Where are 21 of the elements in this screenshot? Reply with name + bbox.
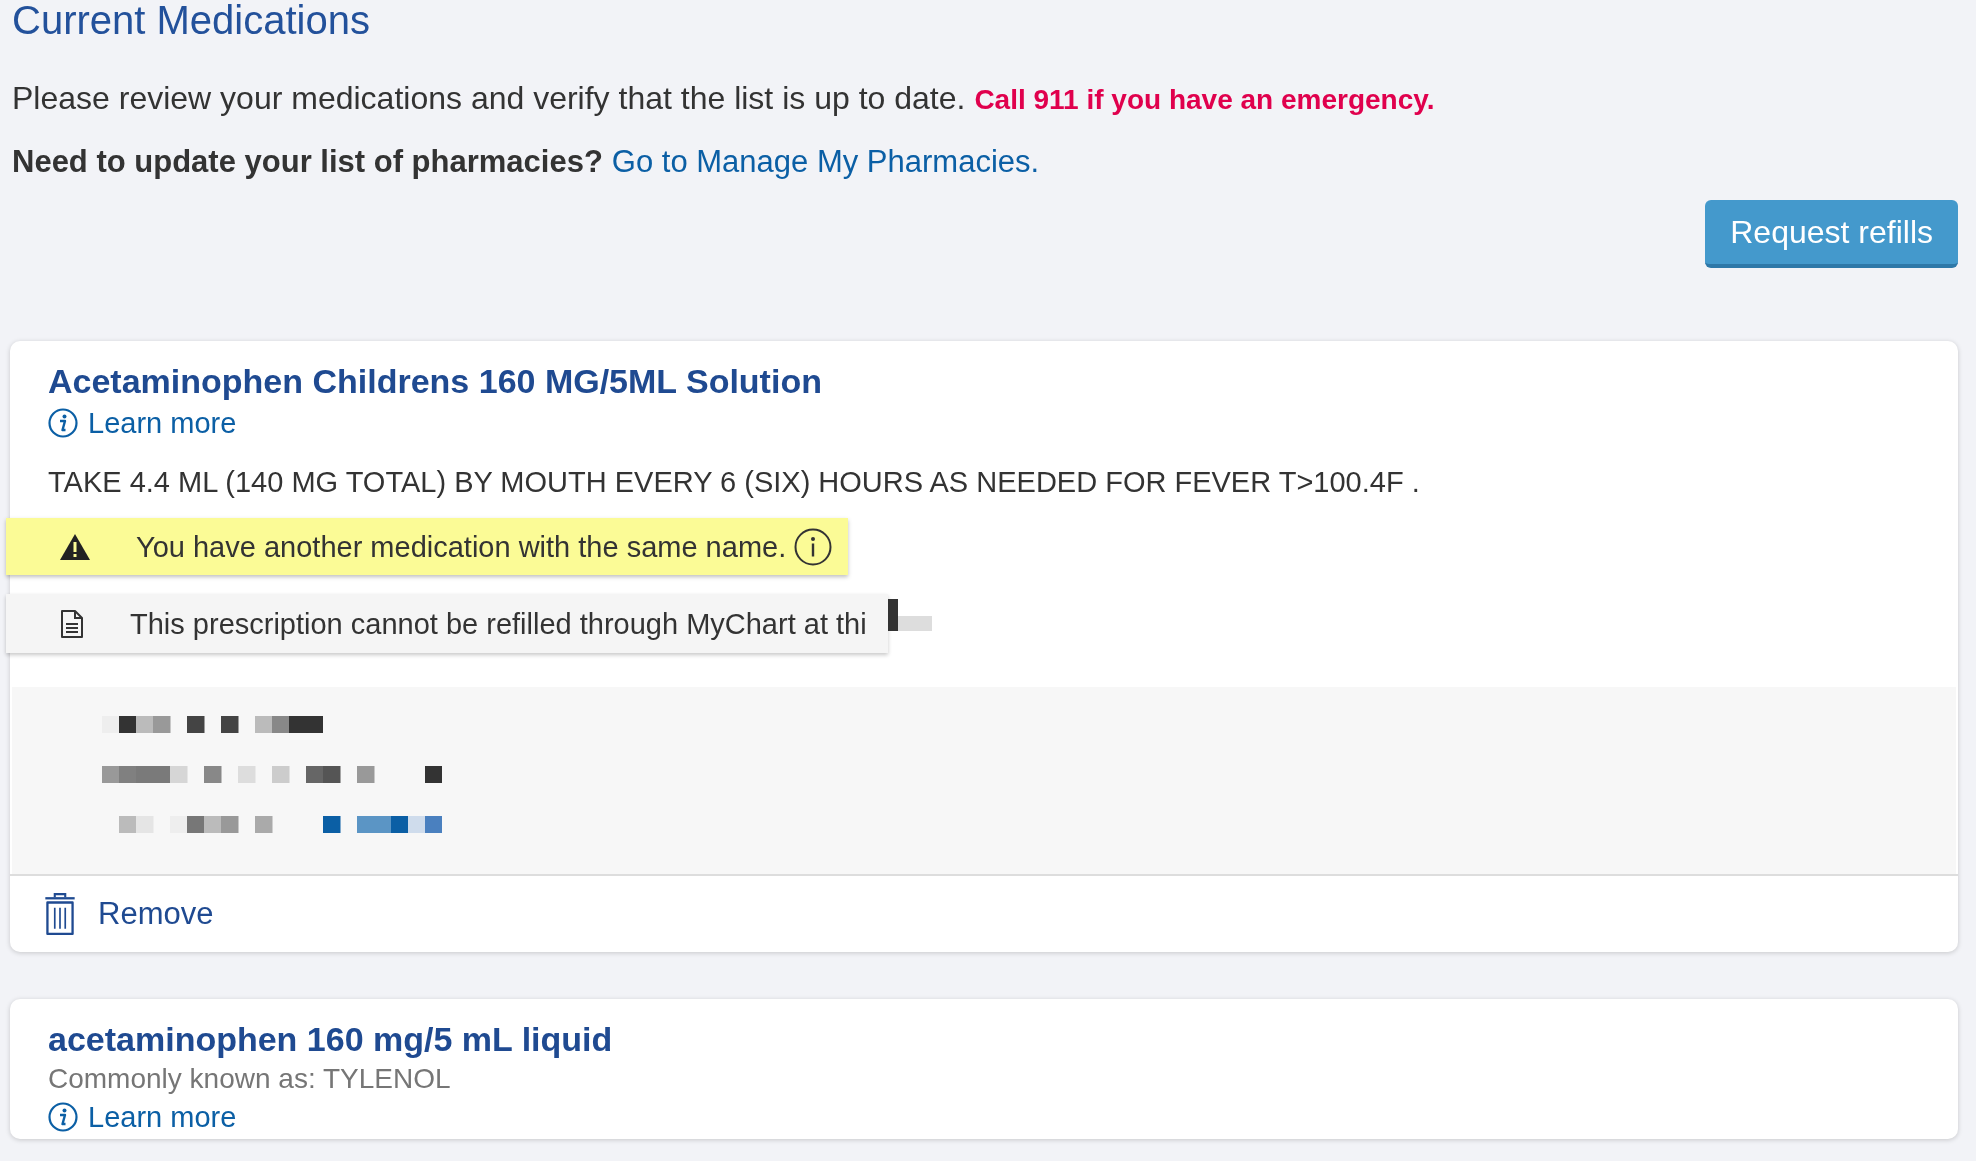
refill-notice-text: This prescription cannot be refilled through MyChart at thi — [130, 606, 867, 642]
common-name-text: Commonly known as: TYLENOL — [48, 1062, 451, 1096]
page-title: Current Medications — [11, 0, 370, 42]
trash-icon — [44, 892, 76, 936]
info-icon[interactable] — [794, 527, 833, 566]
info-icon — [48, 408, 78, 438]
learn-more-link[interactable]: Learn more — [48, 1099, 237, 1135]
info-icon — [48, 1102, 78, 1132]
learn-more-link[interactable]: Learn more — [48, 405, 237, 441]
pharmacy-prompt: Need to update your list of pharmacies? — [12, 143, 603, 181]
medication-name[interactable]: acetaminophen 160 mg/5 mL liquid — [48, 1018, 613, 1060]
manage-pharmacies-link[interactable]: Go to Manage My Pharmacies. — [611, 142, 1040, 182]
remove-button[interactable]: Remove — [44, 890, 214, 938]
dosage-instructions: TAKE 4.4 ML (140 MG TOTAL) BY MOUTH EVERY 6 (SIX) HOURS AS NEEDED FOR FEVER T>100.4F . — [48, 465, 1420, 500]
emergency-text: Call 911 if you have an emergency. — [974, 83, 1435, 117]
pixel-artifact-drawing — [888, 599, 932, 631]
warning-text: You have another medication with the same name. — [136, 529, 787, 565]
medication-name[interactable]: Acetaminophen Childrens 160 MG/5ML Solution — [48, 360, 822, 402]
document-icon — [60, 608, 84, 639]
warning-icon — [59, 532, 91, 561]
intro-text: Please review your medications and verify that the list is up to date. — [12, 79, 966, 118]
